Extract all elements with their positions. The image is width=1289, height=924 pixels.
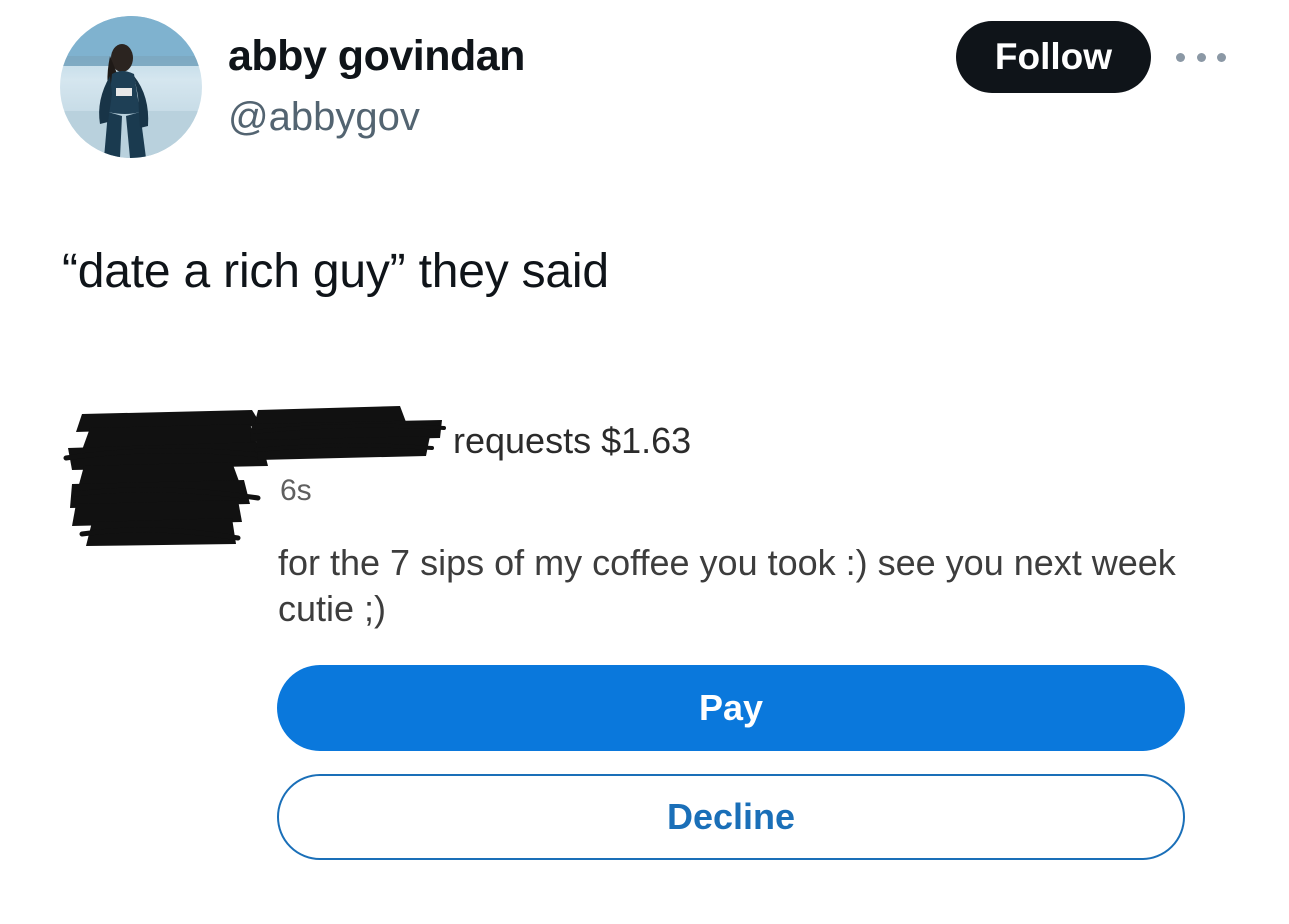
more-dots-icon[interactable] (1176, 48, 1226, 66)
follow-button[interactable]: Follow (956, 21, 1151, 93)
redacted-avatar-scribble (63, 410, 272, 546)
tweet-text: “date a rich guy” they said (62, 245, 609, 298)
payment-request-note: for the 7 sips of my coffee you took :) … (278, 542, 1176, 629)
payment-request-time: 6s (280, 474, 312, 507)
redacted-name-scribble (250, 406, 446, 460)
avatar-photo (60, 16, 202, 158)
author-avatar[interactable] (60, 16, 202, 158)
pay-button[interactable]: Pay (277, 665, 1185, 751)
payment-request-amount: requests $1.63 (453, 420, 692, 461)
decline-button[interactable]: Decline (277, 774, 1185, 860)
author-handle[interactable]: @abbygov (228, 95, 420, 140)
author-display-name[interactable]: abby govindan (228, 32, 525, 81)
tweet-card: abby govindan @abbygov Follow “date a ri… (0, 0, 1289, 924)
